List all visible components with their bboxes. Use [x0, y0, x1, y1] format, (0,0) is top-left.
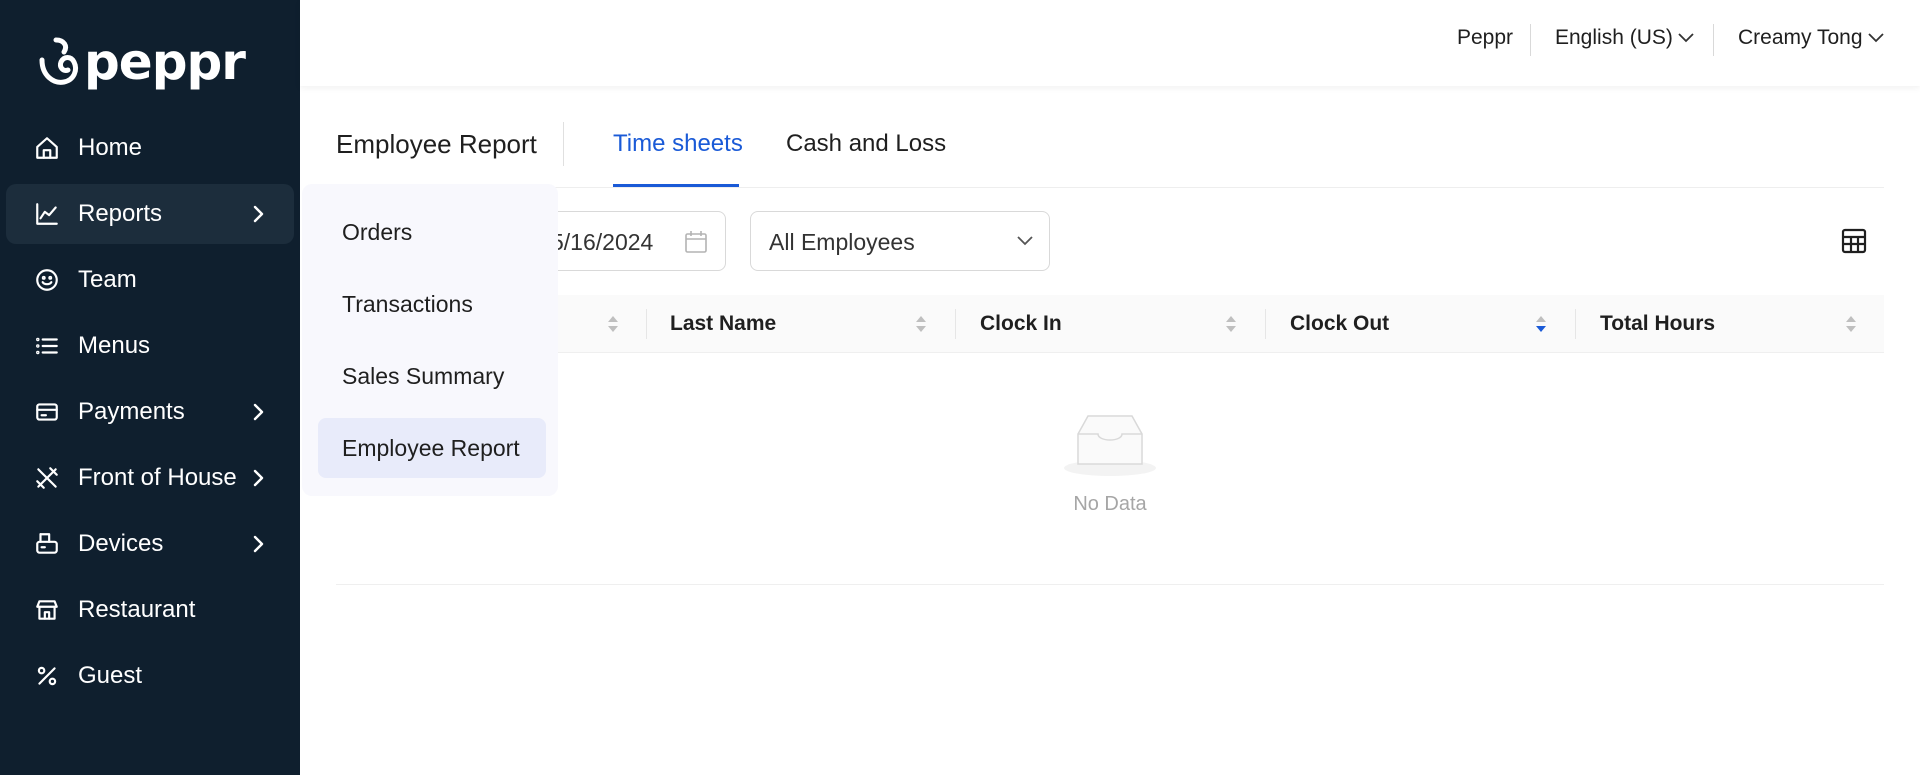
percent-icon — [32, 661, 62, 691]
sidebar-item-label: Restaurant — [78, 596, 196, 623]
credit-card-icon — [32, 397, 62, 427]
sidebar-item-front-of-house[interactable]: Front of House — [6, 448, 294, 508]
calendar-icon — [683, 229, 709, 255]
sidebar-item-label: Front of House — [78, 464, 237, 491]
sidebar-item-restaurant[interactable]: Restaurant — [6, 580, 294, 640]
column-divider — [1265, 309, 1266, 339]
sidebar-item-devices[interactable]: Devices — [6, 514, 294, 574]
chevron-down-icon — [1015, 234, 1035, 248]
column-header-total-hours[interactable]: Total Hours — [1600, 295, 1715, 353]
chevron-right-icon — [248, 401, 268, 423]
employee-select[interactable]: All Employees — [750, 211, 1050, 271]
brand-logo[interactable]: peppr — [34, 33, 246, 91]
sidebar-item-label: Team — [78, 266, 137, 293]
sort-icon[interactable] — [606, 313, 620, 335]
sidebar-item-label: Payments — [78, 398, 185, 425]
reports-submenu: Orders Transactions Sales Summary Employ… — [302, 184, 558, 496]
top-header: Peppr English (US) Creamy Tong — [300, 0, 1920, 86]
chart-line-icon — [32, 199, 62, 229]
sort-desc-active-icon[interactable] — [1534, 313, 1548, 335]
tabs-divider — [336, 187, 1884, 188]
column-header-last-name[interactable]: Last Name — [670, 295, 776, 353]
submenu-item-transactions[interactable]: Transactions — [318, 274, 546, 334]
sidebar-item-team[interactable]: Team — [6, 250, 294, 310]
sidebar-item-label: Reports — [78, 200, 163, 227]
sidebar: peppr Home Reports Team Menus Payments F… — [0, 0, 300, 775]
language-selector[interactable]: English (US) — [1555, 26, 1695, 50]
employee-select-value: All Employees — [769, 229, 915, 255]
user-name: Creamy Tong — [1738, 26, 1863, 49]
header-divider — [1530, 24, 1531, 56]
empty-state — [1060, 412, 1160, 483]
sidebar-item-payments[interactable]: Payments — [6, 382, 294, 442]
title-divider — [563, 122, 564, 166]
column-divider — [1575, 309, 1576, 339]
chevron-right-icon — [248, 533, 268, 555]
header-divider — [1713, 24, 1714, 56]
tab-cash-and-loss[interactable]: Cash and Loss — [786, 130, 946, 158]
submenu-item-sales-summary[interactable]: Sales Summary — [318, 346, 546, 406]
sidebar-item-label: Devices — [78, 530, 164, 557]
sort-icon[interactable] — [1224, 313, 1238, 335]
empty-state-text: No Data — [1073, 493, 1147, 515]
sidebar-item-label: Guest — [78, 662, 143, 689]
language-label: English (US) — [1555, 26, 1673, 49]
sidebar-item-label: Menus — [78, 332, 151, 359]
sidebar-item-guest[interactable]: Guest — [6, 646, 294, 706]
chevron-right-icon — [248, 467, 268, 489]
org-name[interactable]: Peppr — [1457, 26, 1513, 50]
sidebar-item-label: Home — [78, 134, 143, 161]
tab-time-sheets[interactable]: Time sheets — [613, 130, 743, 158]
sidebar-item-reports[interactable]: Reports — [6, 184, 294, 244]
sort-icon[interactable] — [1844, 313, 1858, 335]
column-divider — [646, 309, 647, 339]
brand-name: peppr — [84, 33, 246, 91]
table-bottom-border — [336, 584, 1884, 585]
list-icon — [32, 331, 62, 361]
column-header-clock-out[interactable]: Clock Out — [1290, 295, 1389, 353]
store-icon — [32, 595, 62, 625]
sidebar-item-home[interactable]: Home — [6, 118, 294, 178]
peppr-logo-icon — [39, 37, 79, 85]
submenu-item-employee-report[interactable]: Employee Report — [318, 418, 546, 478]
table-header: Last Name Clock In Clock Out Total Hours — [336, 295, 1884, 353]
column-header-clock-in[interactable]: Clock In — [980, 295, 1062, 353]
utensils-icon — [32, 463, 62, 493]
column-divider — [955, 309, 956, 339]
submenu-item-orders[interactable]: Orders — [318, 202, 546, 262]
pos-terminal-icon — [32, 529, 62, 559]
sidebar-item-menus[interactable]: Menus — [6, 316, 294, 376]
chevron-down-icon — [1867, 33, 1884, 43]
date-range-value: 5/16/2024 — [551, 229, 654, 255]
empty-inbox-icon — [1064, 415, 1156, 476]
home-icon — [32, 133, 62, 163]
user-menu[interactable]: Creamy Tong — [1738, 26, 1885, 50]
page-title: Employee Report — [336, 129, 537, 159]
chevron-down-icon — [1678, 33, 1694, 43]
table-columns-icon[interactable] — [1840, 227, 1868, 255]
sort-icon[interactable] — [914, 313, 928, 335]
smile-icon — [32, 265, 62, 295]
chevron-right-icon — [248, 203, 268, 225]
